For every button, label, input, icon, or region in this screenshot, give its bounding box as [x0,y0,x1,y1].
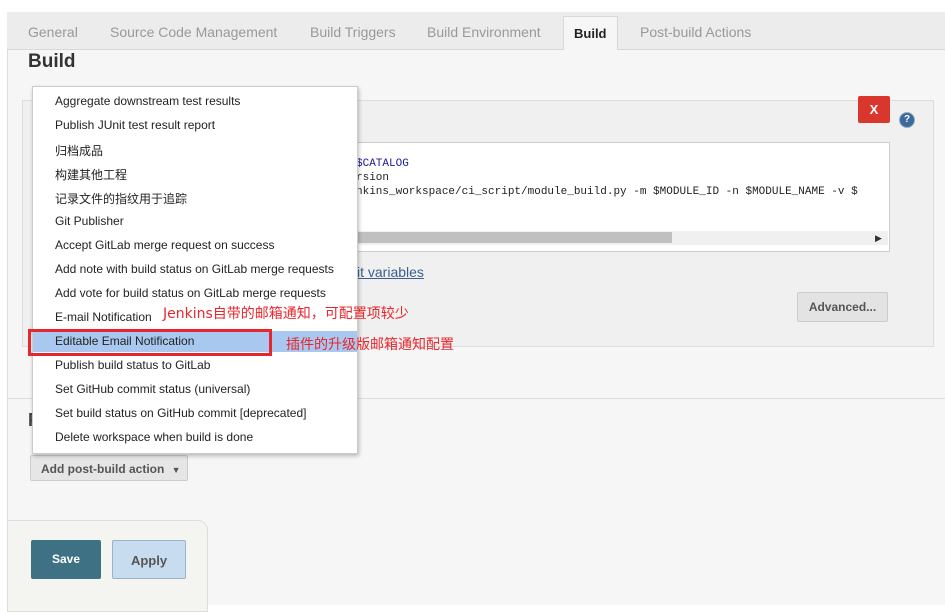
scrollbar-thumb[interactable] [355,232,672,243]
tab-build[interactable]: Build [563,16,618,50]
annotation-red-box [28,329,272,356]
tab-post-build-actions[interactable]: Post-build Actions [640,24,751,40]
code-line: $CATALOG [356,158,409,170]
scroll-right-icon[interactable]: ▶ [875,233,882,244]
tab-build-environment[interactable]: Build Environment [427,24,541,40]
code-line: rsion [356,172,390,184]
help-icon[interactable]: ? [899,112,915,128]
menu-item[interactable]: Publish JUnit test result report [55,118,215,132]
delete-step-button[interactable]: X [858,96,890,123]
env-variables-link[interactable]: it variables [357,264,424,280]
menu-item[interactable]: Publish build status to GitLab [55,358,210,372]
menu-item[interactable]: Delete workspace when build is done [55,430,253,444]
menu-item[interactable]: 记录文件的指纹用于追踪 [55,190,187,207]
code-line: nkins_workspace/ci_script/module_build.p… [356,186,858,198]
annotation-email-note: Jenkins自带的邮箱通知，可配置项较少 [163,306,409,322]
advanced-button[interactable]: Advanced... [797,292,888,322]
menu-item[interactable]: Add vote for build status on GitLab merg… [55,286,326,300]
menu-item[interactable]: 归档成品 [55,142,103,159]
menu-item[interactable]: Set build status on GitHub commit [depre… [55,406,306,420]
menu-item[interactable]: 构建其他工程 [55,166,127,183]
menu-item[interactable]: Set GitHub commit status (universal) [55,382,250,396]
menu-item-email-notification[interactable]: E-mail Notification [55,310,152,324]
annotation-editable-note: 插件的升级版邮箱通知配置 [286,337,454,353]
menu-item[interactable]: Accept GitLab merge request on success [55,238,274,252]
menu-item[interactable]: Add note with build status on GitLab mer… [55,262,334,276]
menu-item[interactable]: Aggregate downstream test results [55,94,240,108]
menu-item[interactable]: Git Publisher [55,214,124,228]
